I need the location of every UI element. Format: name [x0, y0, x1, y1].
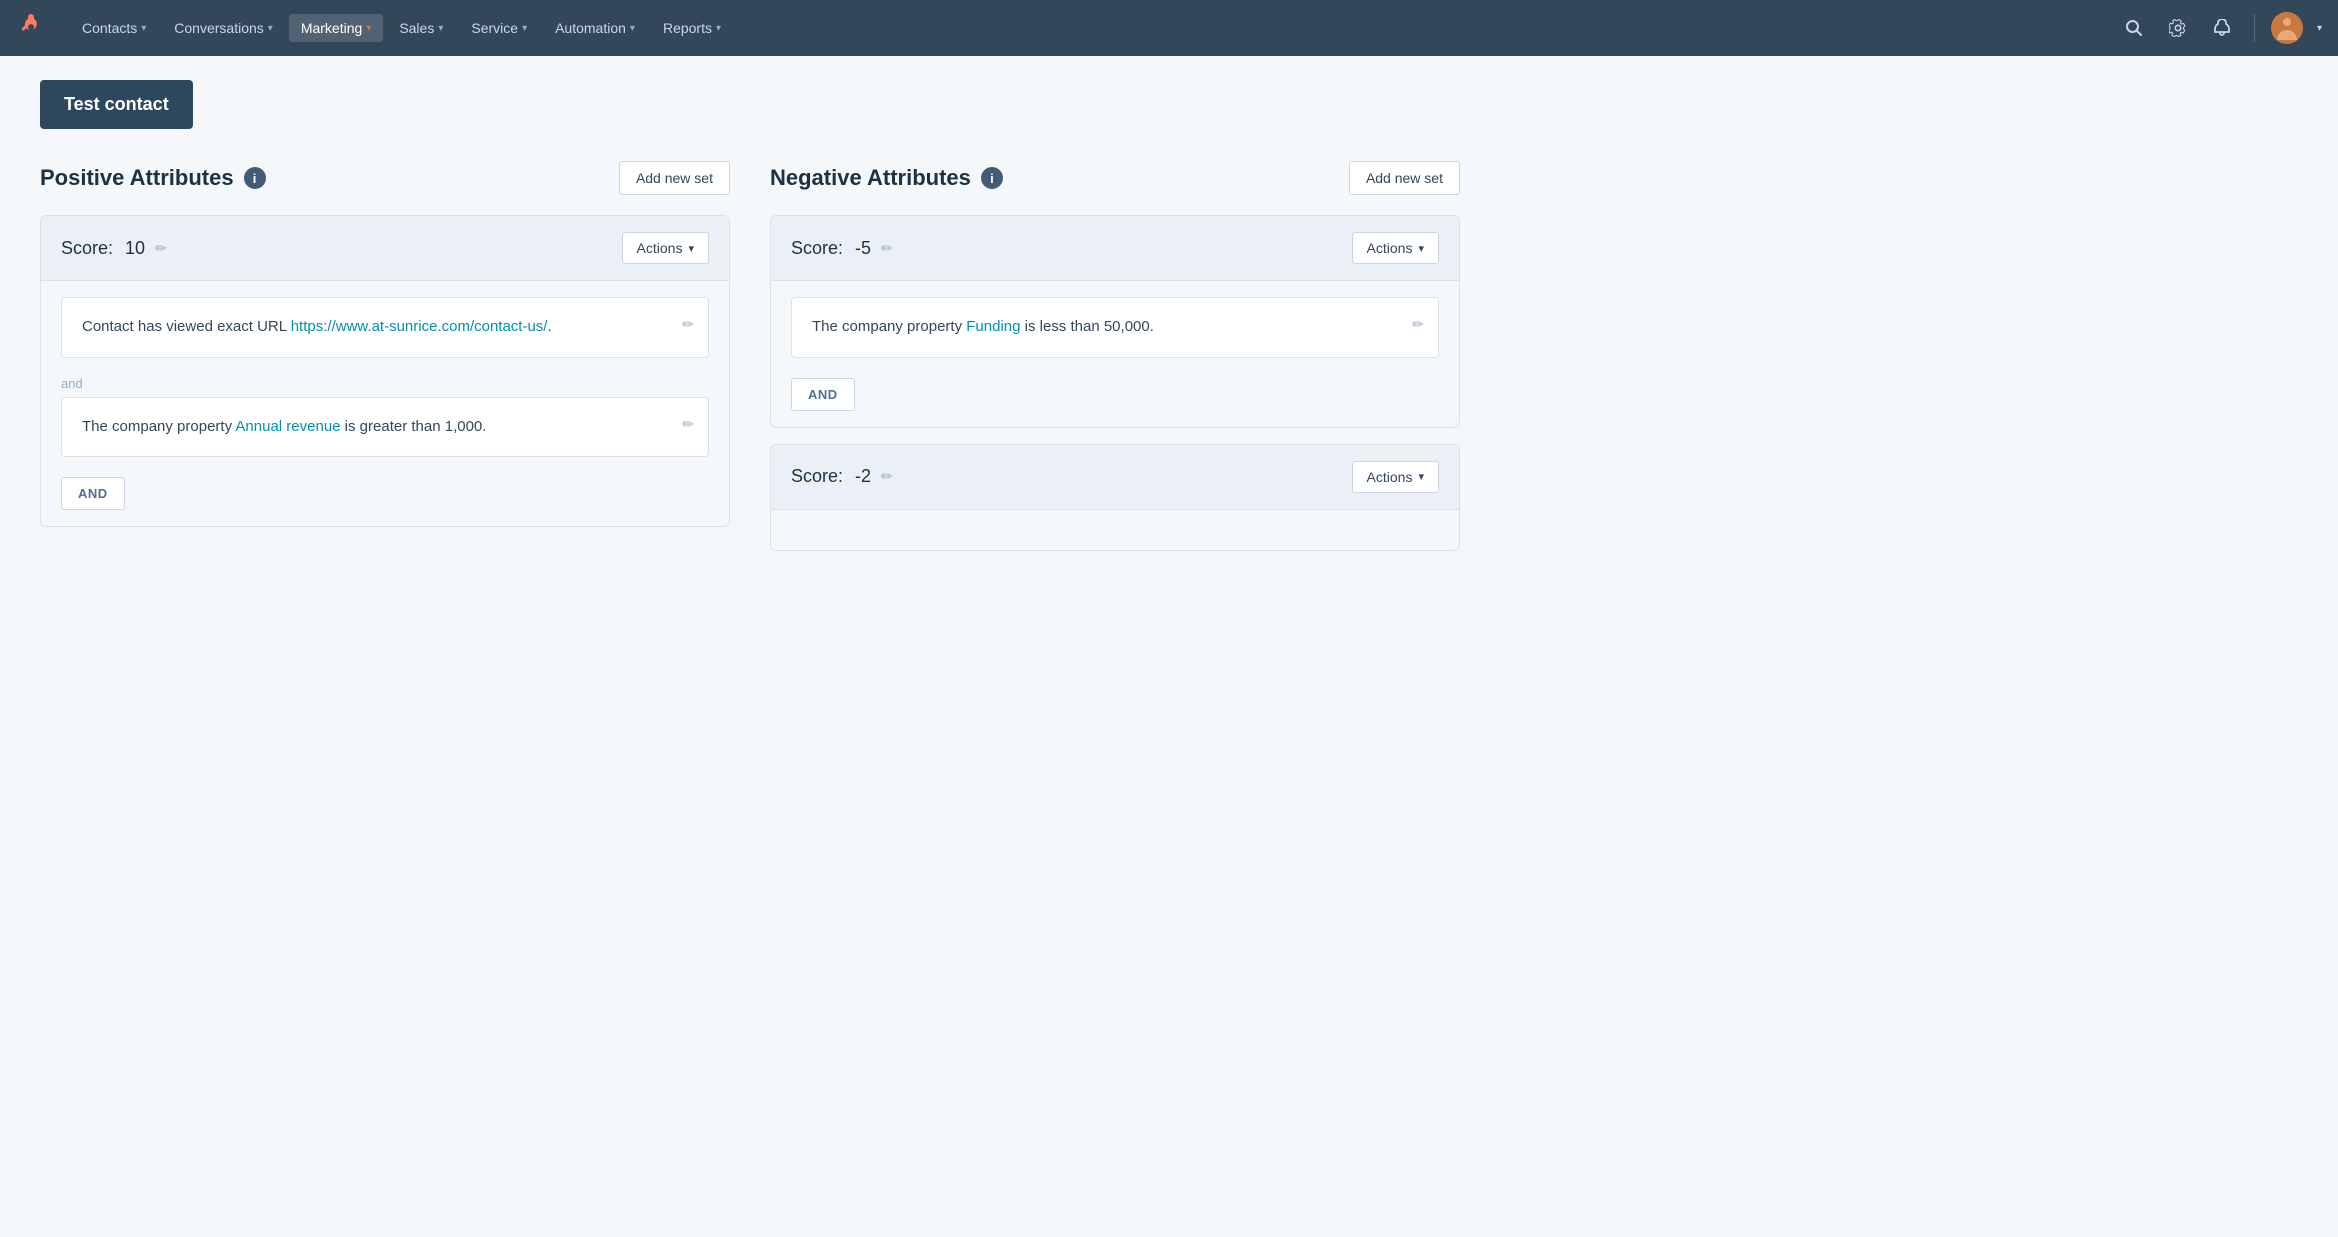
negative-section-header: Negative Attributes i Add new set	[770, 161, 1460, 195]
positive-rule-body-1: Contact has viewed exact URL https://www…	[41, 281, 729, 526]
chevron-down-icon: ▾	[141, 23, 146, 34]
negative-rule-body-2	[771, 510, 1459, 550]
positive-info-icon[interactable]: i	[244, 167, 266, 189]
negative-rule-1-edit-icon[interactable]: ✏	[1412, 316, 1424, 333]
nav-reports[interactable]: Reports ▾	[651, 14, 733, 42]
negative-attributes-column: Negative Attributes i Add new set Score:…	[770, 161, 1460, 567]
chevron-down-icon: ▾	[716, 23, 721, 34]
chevron-down-icon: ▾	[438, 23, 443, 34]
notifications-icon[interactable]	[2206, 12, 2238, 44]
hubspot-logo[interactable]	[16, 11, 46, 46]
navbar-divider	[2254, 14, 2255, 42]
positive-score-card-1: Score: 10 ✏ Actions ▾ Contact has viewed…	[40, 215, 730, 527]
nav-menu: Contacts ▾ Conversations ▾ Marketing ▾ S…	[70, 14, 2118, 42]
positive-rule-item-1: Contact has viewed exact URL https://www…	[61, 297, 709, 358]
nav-marketing[interactable]: Marketing ▾	[289, 14, 384, 42]
chevron-down-icon: ▾	[630, 23, 635, 34]
negative-and-button-1[interactable]: AND	[791, 378, 855, 411]
negative-score-label-2: Score: -2 ✏	[791, 466, 893, 487]
page-title-button[interactable]: Test contact	[40, 80, 193, 129]
nav-sales[interactable]: Sales ▾	[387, 14, 455, 42]
chevron-down-icon: ▾	[522, 23, 527, 34]
avatar[interactable]	[2271, 12, 2303, 44]
negative-score-card-2: Score: -2 ✏ Actions ▾	[770, 444, 1460, 551]
negative-score-card-1: Score: -5 ✏ Actions ▾ The company proper…	[770, 215, 1460, 428]
positive-rule-2-edit-icon[interactable]: ✏	[682, 416, 694, 433]
positive-rule-1-edit-icon[interactable]: ✏	[682, 316, 694, 333]
user-menu-chevron[interactable]: ▾	[2317, 23, 2322, 34]
chevron-down-icon: ▾	[366, 23, 371, 34]
negative-title-wrap: Negative Attributes i	[770, 165, 1003, 191]
nav-automation[interactable]: Automation ▾	[543, 14, 647, 42]
negative-score-label-1: Score: -5 ✏	[791, 238, 893, 259]
positive-and-button-1[interactable]: AND	[61, 477, 125, 510]
positive-actions-button-1[interactable]: Actions ▾	[622, 232, 709, 264]
positive-title-wrap: Positive Attributes i	[40, 165, 266, 191]
settings-icon[interactable]	[2162, 12, 2194, 44]
positive-add-new-set-button[interactable]: Add new set	[619, 161, 730, 195]
nav-contacts[interactable]: Contacts ▾	[70, 14, 158, 42]
positive-rule-item-2: The company property Annual revenue is g…	[61, 397, 709, 458]
actions-dropdown-arrow-neg2: ▾	[1418, 470, 1424, 483]
negative-rule-body-1: The company property Funding is less tha…	[771, 281, 1459, 427]
positive-rule-text-1: Contact has viewed exact URL https://www…	[82, 316, 688, 339]
nav-conversations[interactable]: Conversations ▾	[162, 14, 285, 42]
positive-score-label-1: Score: 10 ✏	[61, 238, 167, 259]
nav-service[interactable]: Service ▾	[459, 14, 539, 42]
negative-rule-item-1: The company property Funding is less tha…	[791, 297, 1439, 358]
attributes-columns: Positive Attributes i Add new set Score:…	[40, 161, 1460, 567]
positive-rule-url-highlight: https://www.at-sunrice.com/contact-us/	[291, 318, 548, 335]
positive-attributes-column: Positive Attributes i Add new set Score:…	[40, 161, 730, 567]
navbar: Contacts ▾ Conversations ▾ Marketing ▾ S…	[0, 0, 2338, 56]
negative-info-icon[interactable]: i	[981, 167, 1003, 189]
chevron-down-icon: ▾	[268, 23, 273, 34]
search-icon[interactable]	[2118, 12, 2150, 44]
actions-dropdown-arrow-neg1: ▾	[1418, 242, 1424, 255]
negative-score-edit-icon-1[interactable]: ✏	[881, 240, 893, 257]
negative-section-title: Negative Attributes	[770, 165, 971, 191]
positive-connector-and: and	[61, 370, 709, 397]
negative-score-header-1: Score: -5 ✏ Actions ▾	[771, 216, 1459, 281]
negative-rule-funding-highlight: Funding	[966, 318, 1020, 335]
positive-section-title: Positive Attributes	[40, 165, 234, 191]
negative-rule-text-1: The company property Funding is less tha…	[812, 316, 1418, 339]
negative-add-new-set-button[interactable]: Add new set	[1349, 161, 1460, 195]
negative-score-edit-icon-2[interactable]: ✏	[881, 468, 893, 485]
positive-score-edit-icon-1[interactable]: ✏	[155, 240, 167, 257]
positive-rule-annual-revenue-highlight: Annual revenue	[235, 418, 340, 435]
navbar-right-actions: ▾	[2118, 12, 2322, 44]
positive-rule-text-2: The company property Annual revenue is g…	[82, 416, 688, 439]
negative-actions-button-2[interactable]: Actions ▾	[1352, 461, 1439, 493]
negative-actions-button-1[interactable]: Actions ▾	[1352, 232, 1439, 264]
actions-dropdown-arrow: ▾	[688, 242, 694, 255]
positive-section-header: Positive Attributes i Add new set	[40, 161, 730, 195]
negative-score-header-2: Score: -2 ✏ Actions ▾	[771, 445, 1459, 510]
positive-score-header-1: Score: 10 ✏ Actions ▾	[41, 216, 729, 281]
main-content: Test contact Positive Attributes i Add n…	[0, 56, 1500, 591]
